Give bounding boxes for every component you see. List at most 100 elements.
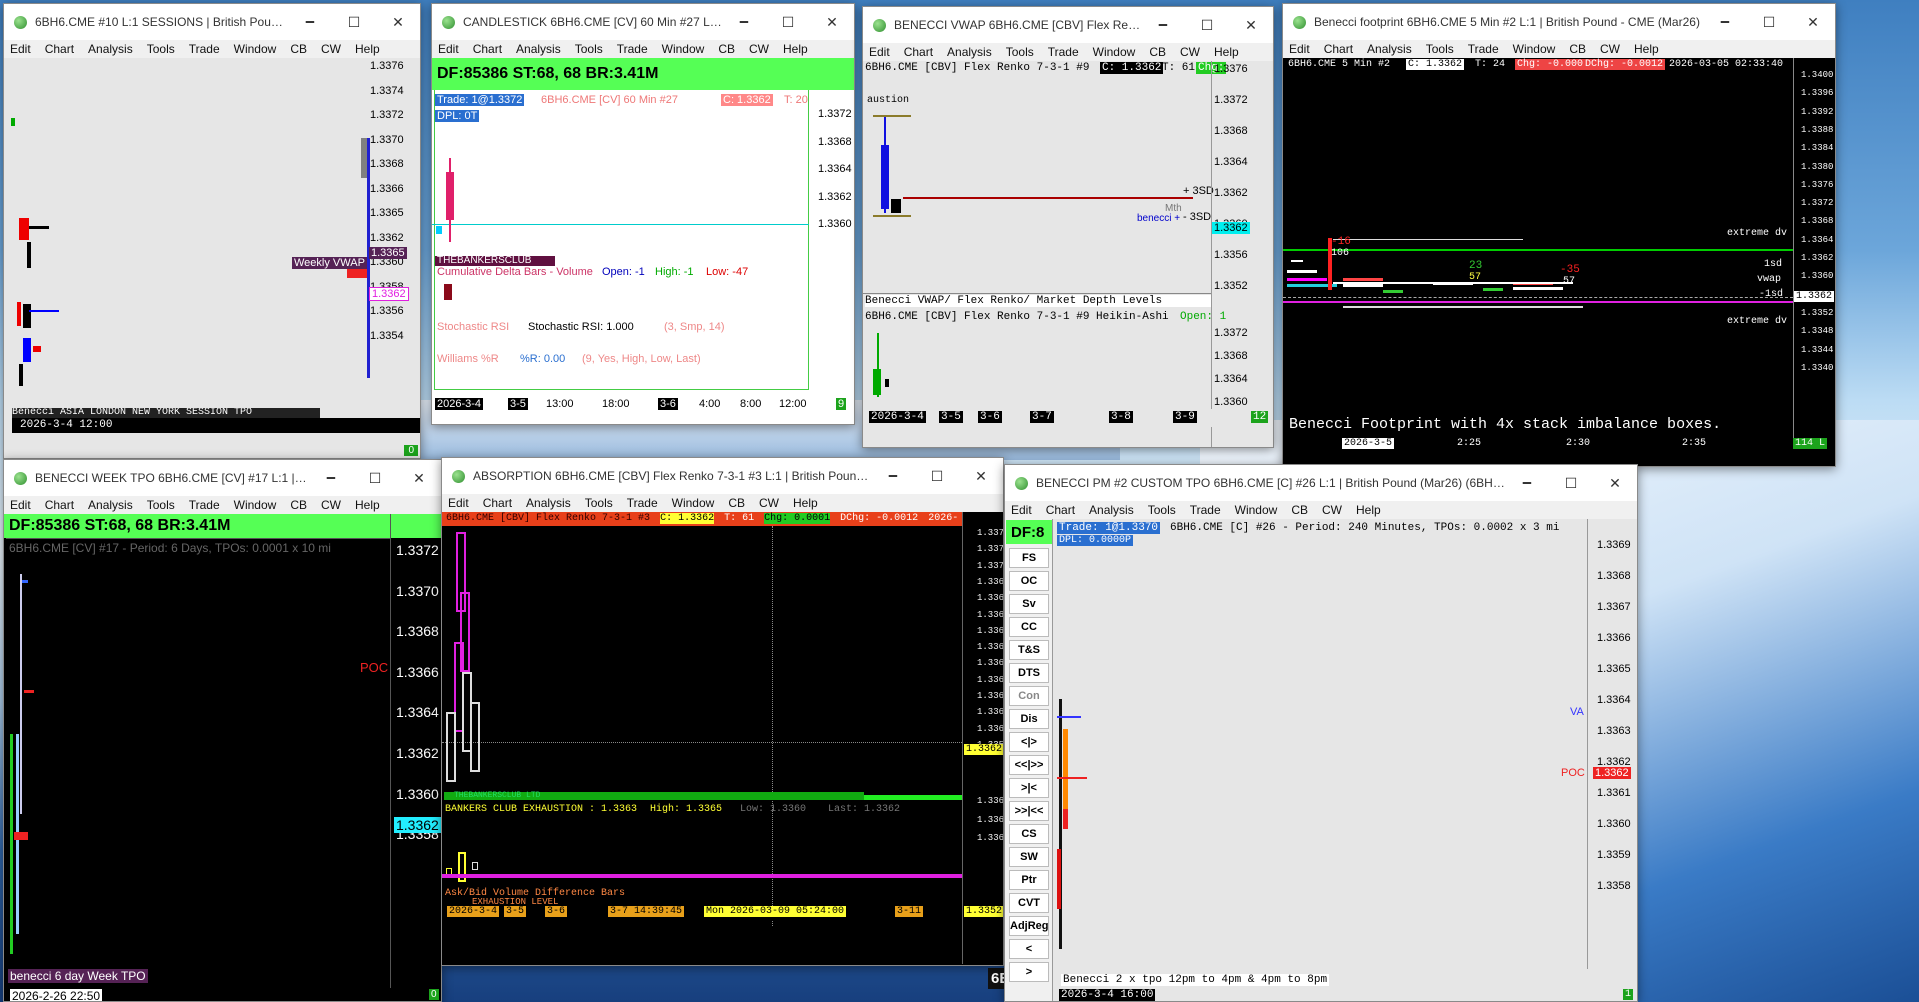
close-icon[interactable]: ✕ [397,470,441,487]
menu-window[interactable]: Window [1235,503,1278,517]
maximize-icon[interactable]: ☐ [353,470,397,487]
toolbar-button[interactable]: Ptr [1009,870,1049,890]
menu-window[interactable]: Window [662,42,705,56]
menu-cw[interactable]: CW [1600,42,1620,56]
menu-trade[interactable]: Trade [1468,42,1499,56]
chart-canvas[interactable]: 6BH6.CME [CBV] Flex Renko 7-3-1 #9 C: 1.… [863,61,1273,447]
menu-edit[interactable]: Edit [1289,42,1310,56]
menu-cb[interactable]: CB [1569,42,1586,56]
menu-cb[interactable]: CB [1291,503,1308,517]
menu-cw[interactable]: CW [1322,503,1342,517]
chart-canvas[interactable]: DF:85386 ST:68, 68 BR:3.41M 6BH6.CME [CV… [4,514,441,1001]
menu-tools[interactable]: Tools [1426,42,1454,56]
menu-help[interactable]: Help [1214,45,1239,59]
week-tpo-window[interactable]: BENECCI WEEK TPO 6BH6.CME [CV] #17 L:1 |… [3,459,442,1002]
menu-tools[interactable]: Tools [147,498,175,512]
menu-tools[interactable]: Tools [147,42,175,56]
menu-analysis[interactable]: Analysis [516,42,561,56]
title-bar[interactable]: BENECCI VWAP 6BH6.CME [CBV] Flex Renko..… [863,7,1273,43]
toolbar-button[interactable]: FS [1009,548,1049,568]
menu-cb[interactable]: CB [1149,45,1166,59]
maximize-icon[interactable]: ☐ [332,14,376,31]
chart-canvas[interactable]: 6BH6.CME [CBV] Flex Renko 7-3-1 #3 C: 1.… [442,512,1003,965]
vwap-renko-window[interactable]: BENECCI VWAP 6BH6.CME [CBV] Flex Renko..… [862,6,1274,448]
maximize-icon[interactable]: ☐ [1185,17,1229,34]
maximize-icon[interactable]: ☐ [915,468,959,485]
menu-chart[interactable]: Chart [473,42,502,56]
minimize-icon[interactable]: 🗕 [722,10,766,34]
footprint-chart-window[interactable]: Benecci footprint 6BH6.CME 5 Min #2 L:1 … [1282,3,1836,467]
title-bar[interactable]: BENECCI PM #2 CUSTOM TPO 6BH6.CME [C] #2… [1005,465,1637,501]
sessions-chart-window[interactable]: 6BH6.CME #10 L:1 SESSIONS | British Poun… [3,3,421,459]
toolbar-button[interactable]: CC [1009,617,1049,637]
menu-help[interactable]: Help [355,42,380,56]
title-bar[interactable]: CANDLESTICK 6BH6.CME [CV] 60 Min #27 L:1… [432,4,854,40]
toolbar-button[interactable]: >|< [1009,778,1049,798]
toolbar-button[interactable]: CVT [1009,893,1049,913]
menu-analysis[interactable]: Analysis [947,45,992,59]
toolbar-button[interactable]: AdjReg [1009,916,1049,936]
close-icon[interactable]: ✕ [1791,14,1835,31]
menu-chart[interactable]: Chart [1324,42,1353,56]
menu-window[interactable]: Window [672,496,715,510]
menu-help[interactable]: Help [793,496,818,510]
menu-chart[interactable]: Chart [904,45,933,59]
custom-tpo-window[interactable]: BENECCI PM #2 CUSTOM TPO 6BH6.CME [C] #2… [1004,464,1638,1002]
menu-trade[interactable]: Trade [627,496,658,510]
minimize-icon[interactable]: 🗕 [1141,13,1185,37]
chart-canvas[interactable]: DF:85386 ST:68, 68 BR:3.41M Trade: 1@1.3… [432,58,854,424]
menu-edit[interactable]: Edit [438,42,459,56]
toolbar-button[interactable]: Con [1009,686,1049,706]
menu-analysis[interactable]: Analysis [1089,503,1134,517]
chart-canvas[interactable]: DF:8 FS OC Sv CC T&S DTS Con Dis <|> <<|>> >|< >>|<… [1005,519,1637,1001]
menu-edit[interactable]: Edit [1011,503,1032,517]
chart-canvas[interactable]: Weekly VWAP 1.3376 1.3374 1.3372 1.3370 1.33… [4,58,420,458]
title-bar[interactable]: ABSORPTION 6BH6.CME [CBV] Flex Renko 7-3… [442,458,1003,494]
menu-edit[interactable]: Edit [869,45,890,59]
menu-chart[interactable]: Chart [45,498,74,512]
title-bar[interactable]: Benecci footprint 6BH6.CME 5 Min #2 L:1 … [1283,4,1835,40]
toolbar-button[interactable]: Sv [1009,594,1049,614]
toolbar-button[interactable]: OC [1009,571,1049,591]
menu-analysis[interactable]: Analysis [526,496,571,510]
menu-analysis[interactable]: Analysis [1367,42,1412,56]
menu-chart[interactable]: Chart [1046,503,1075,517]
menu-trade[interactable]: Trade [617,42,648,56]
menu-trade[interactable]: Trade [1048,45,1079,59]
menu-window[interactable]: Window [234,498,277,512]
toolbar-button[interactable]: SW [1009,847,1049,867]
toolbar-button[interactable]: <|> [1009,732,1049,752]
menu-cw[interactable]: CW [759,496,779,510]
close-icon[interactable]: ✕ [1593,475,1637,492]
absorption-chart-window[interactable]: ABSORPTION 6BH6.CME [CBV] Flex Renko 7-3… [441,457,1004,966]
candlestick-chart-window[interactable]: CANDLESTICK 6BH6.CME [CV] 60 Min #27 L:1… [431,3,855,425]
menu-cb[interactable]: CB [290,498,307,512]
menu-chart[interactable]: Chart [45,42,74,56]
menu-tools[interactable]: Tools [585,496,613,510]
menu-cw[interactable]: CW [321,42,341,56]
menu-edit[interactable]: Edit [10,42,31,56]
menu-chart[interactable]: Chart [483,496,512,510]
menu-cw[interactable]: CW [321,498,341,512]
maximize-icon[interactable]: ☐ [1549,475,1593,492]
menu-edit[interactable]: Edit [448,496,469,510]
menu-cb[interactable]: CB [728,496,745,510]
menu-trade[interactable]: Trade [189,42,220,56]
minimize-icon[interactable]: 🗕 [309,466,353,490]
close-icon[interactable]: ✕ [1229,17,1273,34]
toolbar-button[interactable]: <<|>> [1009,755,1049,775]
toolbar-button[interactable]: DTS [1009,663,1049,683]
menu-cw[interactable]: CW [749,42,769,56]
toolbar-button[interactable]: >>|<< [1009,801,1049,821]
minimize-icon[interactable]: 🗕 [1703,10,1747,34]
menu-trade[interactable]: Trade [189,498,220,512]
menu-help[interactable]: Help [355,498,380,512]
menu-help[interactable]: Help [1356,503,1381,517]
menu-tools[interactable]: Tools [575,42,603,56]
maximize-icon[interactable]: ☐ [766,14,810,31]
menu-cw[interactable]: CW [1180,45,1200,59]
maximize-icon[interactable]: ☐ [1747,14,1791,31]
menu-help[interactable]: Help [783,42,808,56]
toolbar-button[interactable]: CS [1009,824,1049,844]
minimize-icon[interactable]: 🗕 [871,464,915,488]
